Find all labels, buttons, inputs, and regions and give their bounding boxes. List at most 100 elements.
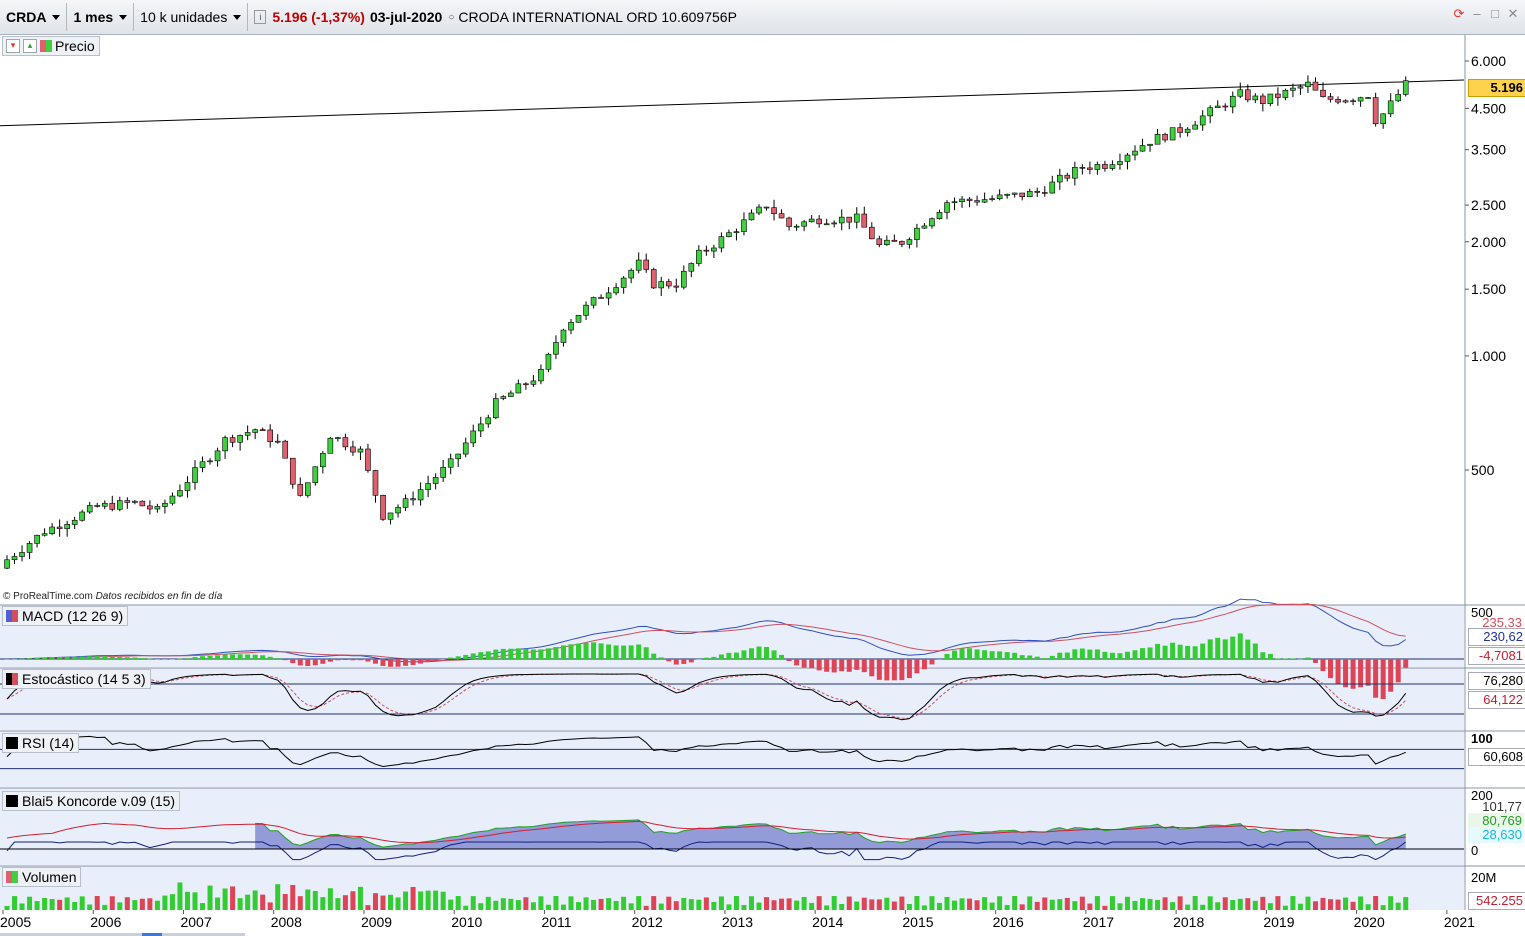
macd-histogram-bar: [854, 659, 860, 670]
candle-body: [1094, 164, 1101, 170]
macd-histogram-bar: [1027, 655, 1033, 659]
chevron-down-icon: [233, 14, 242, 20]
candle-body: [951, 201, 958, 204]
volume-bar: [794, 900, 800, 910]
koncorde-panel-label[interactable]: Blai5 Koncorde v.09 (15): [2, 791, 181, 811]
candle-body: [289, 457, 296, 485]
expand-icon[interactable]: ▴: [23, 39, 37, 53]
volume-bar: [64, 897, 70, 910]
macd-histogram-bar: [1373, 659, 1379, 698]
volume-bar: [184, 891, 190, 910]
candle-body: [989, 198, 995, 200]
candle-body: [523, 383, 529, 386]
volume-bar: [124, 897, 130, 910]
candle-body: [312, 466, 319, 484]
volume-panel-title: Volumen: [22, 869, 77, 885]
volume-bar: [809, 902, 815, 910]
volume-bar: [463, 905, 469, 910]
candle-body: [222, 437, 228, 452]
stochastic-panel-label[interactable]: Estocástico (14 5 3): [2, 669, 151, 689]
x-axis-label: 2007: [180, 914, 211, 930]
sync-icon[interactable]: ⟳: [1453, 7, 1465, 20]
macd-histogram-bar: [365, 659, 371, 662]
macd-histogram-bar: [34, 657, 40, 659]
interval-selector[interactable]: 1 mes: [67, 3, 135, 31]
candle-body: [1207, 107, 1213, 117]
chart-canvas[interactable]: 6.000 4.500 3.500 2.500 2.000 1.500 1.000 500 20…: [0, 35, 1525, 936]
macd-histogram-bar: [1275, 658, 1281, 659]
candle-body: [1320, 89, 1326, 97]
macd-panel-title: MACD (12 26 9): [22, 608, 124, 624]
units-selector[interactable]: 10 k unidades: [134, 3, 249, 31]
volume-bar: [621, 896, 627, 910]
volume-bar: [455, 896, 461, 910]
candle-body: [124, 500, 131, 503]
volume-bar: [350, 891, 356, 910]
candle-body: [921, 225, 928, 229]
volume-bar: [876, 899, 882, 910]
signal-value-tag: 230,62: [1468, 628, 1525, 646]
macd-histogram-bar: [410, 659, 416, 665]
minimize-icon[interactable]: –: [1471, 7, 1483, 20]
volume-bar: [169, 894, 175, 910]
volume-bar: [786, 898, 792, 910]
macd-histogram-bar: [395, 659, 401, 667]
volume-bar: [666, 896, 672, 910]
macd-histogram-bar: [1185, 645, 1191, 659]
maximize-icon[interactable]: □: [1489, 7, 1501, 20]
volume-bar: [764, 897, 770, 910]
credit-note: Datos recibidos en fin de día: [95, 591, 223, 602]
candle-body: [1102, 164, 1108, 169]
candle-body: [1026, 190, 1033, 197]
candle-body: [1087, 167, 1093, 170]
volume-panel-label[interactable]: Volumen: [2, 867, 82, 887]
candle-body: [1335, 99, 1341, 103]
macd-histogram-bar: [613, 645, 619, 659]
price-swatch-icon: [40, 40, 52, 52]
macd-histogram-bar: [335, 659, 341, 661]
candle-body: [19, 552, 25, 557]
symbol-selector[interactable]: CRDA: [0, 3, 68, 31]
macd-panel-label[interactable]: MACD (12 26 9): [2, 606, 129, 626]
volume-bar: [34, 901, 40, 910]
volume-bar: [1132, 900, 1138, 910]
candle-body: [1057, 174, 1063, 183]
macd-histogram-bar: [1162, 645, 1168, 659]
x-axis-bg: [0, 910, 1525, 936]
symbol-label: CRDA: [6, 9, 47, 25]
macd-histogram-bar: [493, 649, 499, 659]
macd-histogram-bar: [568, 644, 574, 659]
candle-body: [620, 277, 627, 288]
macd-histogram-bar: [545, 648, 551, 659]
macd-histogram-bar: [245, 654, 251, 659]
collapse-icon[interactable]: ▾: [6, 39, 20, 53]
macd-histogram-bar: [1102, 651, 1108, 659]
candle-body: [1011, 192, 1018, 195]
macd-histogram-bar: [1312, 659, 1318, 663]
macd-histogram-bar: [959, 648, 965, 659]
macd-histogram-bar: [4, 659, 10, 660]
volume-bar: [974, 900, 980, 910]
units-label: 10 k unidades: [140, 9, 228, 25]
macd-histogram-bar: [1012, 652, 1018, 659]
info-icon[interactable]: i: [254, 10, 267, 24]
candle-body: [688, 263, 695, 272]
x-axis-label: 2017: [1083, 914, 1114, 930]
candle-body: [575, 315, 582, 323]
x-axis-label: 2005: [0, 914, 31, 930]
close-icon[interactable]: ✕: [1507, 7, 1519, 20]
candle-body: [1154, 133, 1161, 145]
macd-histogram-bar: [94, 656, 100, 659]
macd-histogram-bar: [463, 654, 469, 659]
macd-histogram-bar: [305, 659, 311, 667]
volume-bar: [327, 888, 333, 910]
volume-bar: [997, 896, 1003, 910]
volume-bar: [252, 890, 258, 910]
candle-body: [1237, 89, 1244, 97]
macd-histogram-bar: [350, 659, 356, 661]
volume-bar: [305, 889, 311, 910]
candle-body: [1297, 86, 1304, 89]
x-axis-label: 2021: [1444, 914, 1475, 930]
volume-bar: [1395, 902, 1401, 910]
rsi-panel-label[interactable]: RSI (14): [2, 733, 80, 753]
